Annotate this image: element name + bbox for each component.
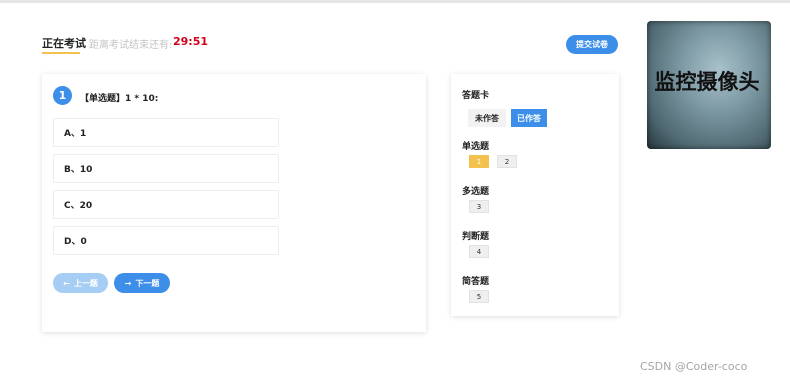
section-title-short-answer: 简答题 (462, 277, 490, 287)
timer-label: 距离考试结束还有: (89, 40, 173, 51)
timer-countdown: 29:51 (173, 35, 209, 48)
option-c[interactable]: C、20 (53, 190, 279, 219)
option-b[interactable]: B、10 (53, 154, 279, 183)
next-question-button[interactable]: → 下一题 (114, 273, 170, 293)
answer-card-title: 答题卡 (462, 91, 490, 101)
question-jump-1[interactable]: 1 (469, 155, 489, 168)
option-a[interactable]: A、1 (53, 118, 279, 147)
arrow-left-icon: ← (63, 278, 70, 288)
camera-label: 监控摄像头 (654, 70, 760, 94)
prev-question-button[interactable]: ← 上一题 (53, 273, 108, 293)
section-title-judgement: 判断题 (462, 232, 490, 242)
question-number-badge: 1 (53, 86, 72, 105)
active-tab-indicator (42, 52, 80, 54)
section-title-single: 单选题 (462, 142, 490, 152)
question-jump-2[interactable]: 2 (497, 155, 517, 168)
question-text: 【单选题】1 * 10: (80, 94, 159, 104)
arrow-right-icon: → (124, 278, 132, 288)
question-jump-5[interactable]: 5 (469, 290, 489, 303)
submit-exam-button[interactable]: 提交试卷 (566, 35, 618, 54)
watermark: CSDN @Coder-coco (640, 360, 748, 373)
top-border (0, 0, 790, 3)
option-d[interactable]: D、0 (53, 226, 279, 255)
question-jump-3[interactable]: 3 (469, 200, 489, 213)
tab-in-exam[interactable]: 正在考试 (42, 35, 86, 51)
section-title-multiple: 多选题 (462, 187, 490, 197)
legend-answered: 已作答 (511, 109, 547, 127)
legend-unanswered: 未作答 (468, 109, 506, 127)
prev-question-label: 上一题 (73, 278, 98, 288)
next-question-label: 下一题 (135, 278, 160, 288)
question-jump-4[interactable]: 4 (469, 245, 489, 258)
